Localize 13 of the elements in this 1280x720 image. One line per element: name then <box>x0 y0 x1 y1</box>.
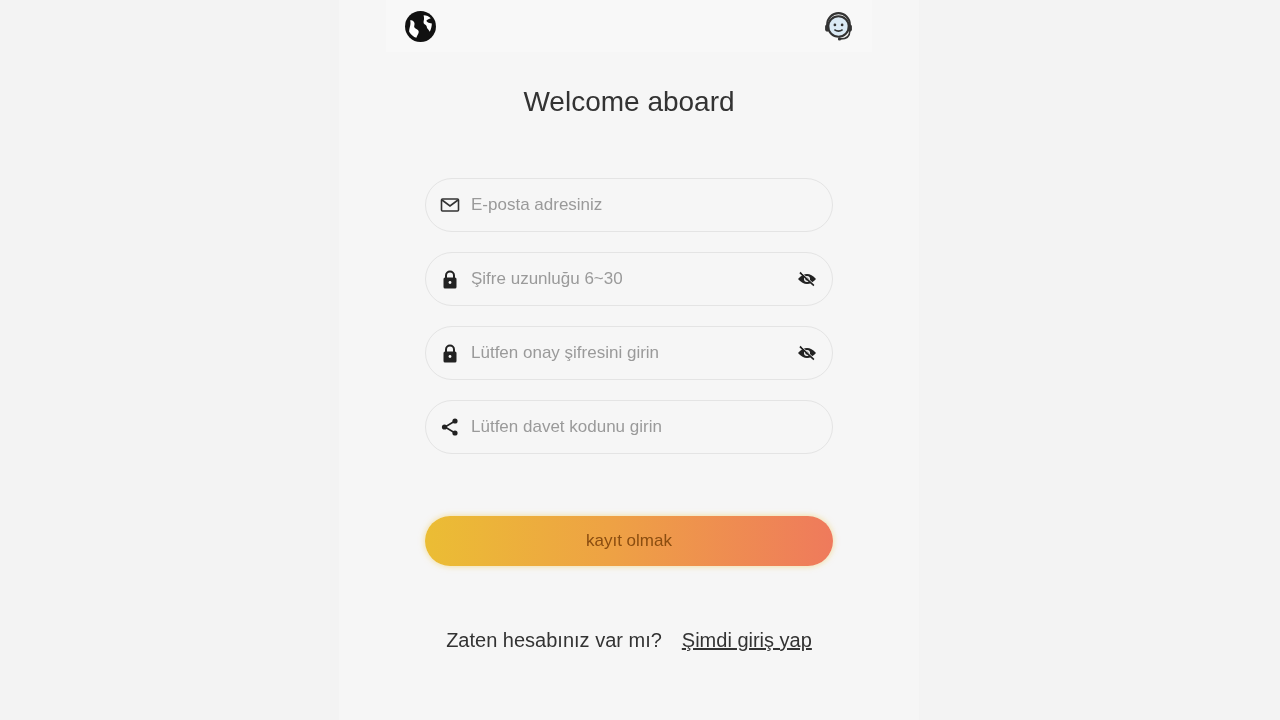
hidden-eye-icon[interactable] <box>797 345 817 361</box>
login-link[interactable]: Şimdi giriş yap <box>681 626 812 654</box>
password-field[interactable]: Lütfen onay şifresini girin <box>425 326 833 380</box>
email-field[interactable]: E-posta adresiniz <box>425 178 833 232</box>
invite-code-field[interactable]: Lütfen davet kodunu girin <box>425 400 833 454</box>
share-icon <box>440 417 460 437</box>
page-title: Welcome aboard <box>523 85 735 119</box>
hidden-eye-icon[interactable] <box>797 271 817 287</box>
password-field[interactable]: Şifre uzunluğu 6~30 <box>425 252 833 306</box>
envelope-icon <box>440 195 460 215</box>
globe-icon[interactable] <box>404 9 437 43</box>
account-prompt: Zaten hesabınız var mı? <box>446 628 662 653</box>
headset-icon[interactable] <box>822 9 855 43</box>
